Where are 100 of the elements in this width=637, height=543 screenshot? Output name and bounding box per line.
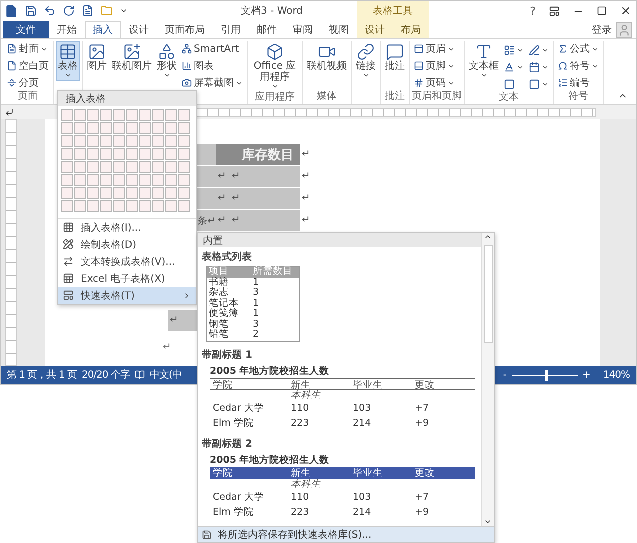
page-number-button[interactable]: 页码 xyxy=(412,75,457,91)
caret-icon xyxy=(448,46,455,52)
paragraph-mark: ↵ xyxy=(216,188,230,210)
ribbon-tab[interactable]: 设计 xyxy=(357,21,393,38)
symbol-icon xyxy=(558,61,568,71)
ribbon-tab[interactable]: 引用 xyxy=(213,21,249,38)
zoom-in-button[interactable]: + xyxy=(582,370,590,380)
table-preview[interactable]: 2005 年地方院校招生人数 学院 新生 毕业生 更改 本科生 Cedar 大学 110 103 +7 Elm 学院 223 214 +9 xyxy=(210,454,475,520)
ribbon-tab[interactable]: 视图 xyxy=(321,21,357,38)
caret-icon xyxy=(542,64,549,70)
paragraph-mark: ↵ xyxy=(230,166,300,188)
ribbon-tab[interactable]: 审阅 xyxy=(285,21,321,38)
sign-in-link[interactable]: 登录 xyxy=(592,22,612,36)
group-label: 批注 xyxy=(384,91,406,104)
object-icon xyxy=(529,78,540,90)
table-cell: ↵ xyxy=(168,310,197,332)
caret-icon xyxy=(448,62,455,70)
scroll-down-icon[interactable] xyxy=(484,518,492,526)
language-indicator: 中文(中 xyxy=(150,368,182,382)
chart-icon xyxy=(182,61,192,71)
gallery-header: 内置 xyxy=(198,233,481,247)
caret-icon xyxy=(448,80,455,86)
pencil-icon xyxy=(63,239,74,250)
group-label: 符号 xyxy=(568,91,590,104)
section-title: 带副标题 2 xyxy=(201,438,254,452)
slider-thumb[interactable] xyxy=(545,370,548,380)
smartart-button[interactable]: SmartArt xyxy=(180,41,245,57)
ribbon-tab[interactable]: 页面布局 xyxy=(157,21,213,38)
undo-icon[interactable] xyxy=(44,5,56,17)
link-icon xyxy=(357,43,375,61)
equation-button[interactable]: 公式 xyxy=(556,41,601,57)
ribbon-options-icon[interactable] xyxy=(549,6,560,16)
scroll-up-icon[interactable] xyxy=(484,233,492,241)
footer-icon xyxy=(414,61,424,71)
ribbon-tab[interactable]: 布局 xyxy=(393,21,429,38)
maximize-icon[interactable] xyxy=(597,6,607,16)
menu-item[interactable]: Excel 电子表格(X) xyxy=(58,270,196,287)
ribbon-tab[interactable]: 文件 xyxy=(3,21,49,38)
date-icon xyxy=(529,62,540,72)
online-picture-button[interactable]: 联机图片 xyxy=(110,41,154,74)
header-button[interactable]: 页眉 xyxy=(412,41,457,57)
save-icon[interactable] xyxy=(25,5,37,17)
caret-icon xyxy=(164,72,170,79)
document-icon[interactable] xyxy=(82,5,94,17)
caret-icon xyxy=(480,72,488,79)
link-button[interactable]: 链接 xyxy=(354,41,378,81)
camera-button[interactable]: 屏幕截图 xyxy=(180,75,245,91)
comment-icon xyxy=(386,43,404,61)
group-label: 文本 xyxy=(498,92,520,104)
table-preview[interactable]: 2005 年地方院校招生人数 学院 新生 毕业生 更改 本科生 Cedar 大学 110 103 +7 Elm 学院 223 214 +9 xyxy=(210,364,475,430)
spreadsheet-icon xyxy=(63,273,74,284)
paragraph-mark: ↵ xyxy=(163,342,172,353)
symbol-button[interactable]: 符号 xyxy=(556,58,601,74)
shapes-button[interactable]: 形状 xyxy=(155,41,179,81)
page-break-button[interactable]: 分页 xyxy=(5,75,51,91)
ribbon-tab[interactable]: 设计 xyxy=(121,21,157,38)
redo-icon[interactable] xyxy=(63,5,75,17)
drop-cap-icon xyxy=(504,78,515,90)
cube-button[interactable]: Office 应用程序 xyxy=(250,41,300,92)
read-mode-icon[interactable] xyxy=(134,370,145,380)
close-icon[interactable] xyxy=(620,5,632,17)
video-button[interactable]: 联机视频 xyxy=(305,41,349,74)
page-number-icon xyxy=(414,78,424,88)
picture-button[interactable]: 图片 xyxy=(85,41,109,74)
header-icon xyxy=(414,44,424,54)
caret-icon xyxy=(542,46,549,54)
caret-icon xyxy=(517,64,524,70)
zoom-out-button[interactable]: - xyxy=(503,370,507,380)
menu-item[interactable]: 绘制表格(D) xyxy=(58,236,196,253)
table-header: 库存数目 xyxy=(216,144,300,166)
table-button[interactable]: 表格 xyxy=(56,41,80,81)
paragraph-mark: ↵ xyxy=(230,210,300,232)
save-to-gallery-button[interactable]: 将所选内容保存到快速表格库(S)... xyxy=(198,526,494,542)
camera-icon xyxy=(182,78,192,88)
comment-button[interactable]: 批注 xyxy=(383,41,407,74)
help-button[interactable]: ? xyxy=(530,4,536,18)
caret-icon xyxy=(517,46,524,54)
ribbon-tab[interactable]: 插入 xyxy=(85,21,121,38)
scroll-thumb[interactable] xyxy=(484,245,492,343)
text-box-button[interactable]: 文本框 xyxy=(467,41,501,81)
menu-item[interactable]: 文本转换成表格(V)... xyxy=(58,253,196,270)
equation-icon xyxy=(558,44,568,54)
status-text: 第 1 页，共 1 页 xyxy=(7,368,77,382)
ribbon-tab[interactable]: 邮件 xyxy=(249,21,285,38)
paragraph-mark: ↵ xyxy=(230,188,300,210)
cover-page-button[interactable]: 封面 xyxy=(5,41,51,57)
table-grid-icon xyxy=(63,222,74,233)
context-tab-header: 表格工具 xyxy=(373,4,413,16)
footer-button[interactable]: 页脚 xyxy=(412,58,457,74)
ribbon-tab[interactable]: 开始 xyxy=(49,21,85,38)
caret-icon[interactable] xyxy=(120,7,128,15)
caret-icon xyxy=(592,62,599,70)
menu-item[interactable]: 快速表格(T) xyxy=(58,287,196,304)
numbering-button[interactable]: 编号 xyxy=(556,75,601,91)
blank-page-button[interactable]: 空白页 xyxy=(5,58,51,74)
list-table-preview[interactable]: 项目 所需数目 书籍 1 杂志 3 笔记本 1 便笺簿 1 钢笔 3 铅笔 2 xyxy=(206,266,300,342)
quick-table-icon xyxy=(63,290,74,301)
caret-icon xyxy=(362,72,370,79)
picture-icon xyxy=(88,43,106,61)
chart-button[interactable]: 图表 xyxy=(180,58,245,74)
